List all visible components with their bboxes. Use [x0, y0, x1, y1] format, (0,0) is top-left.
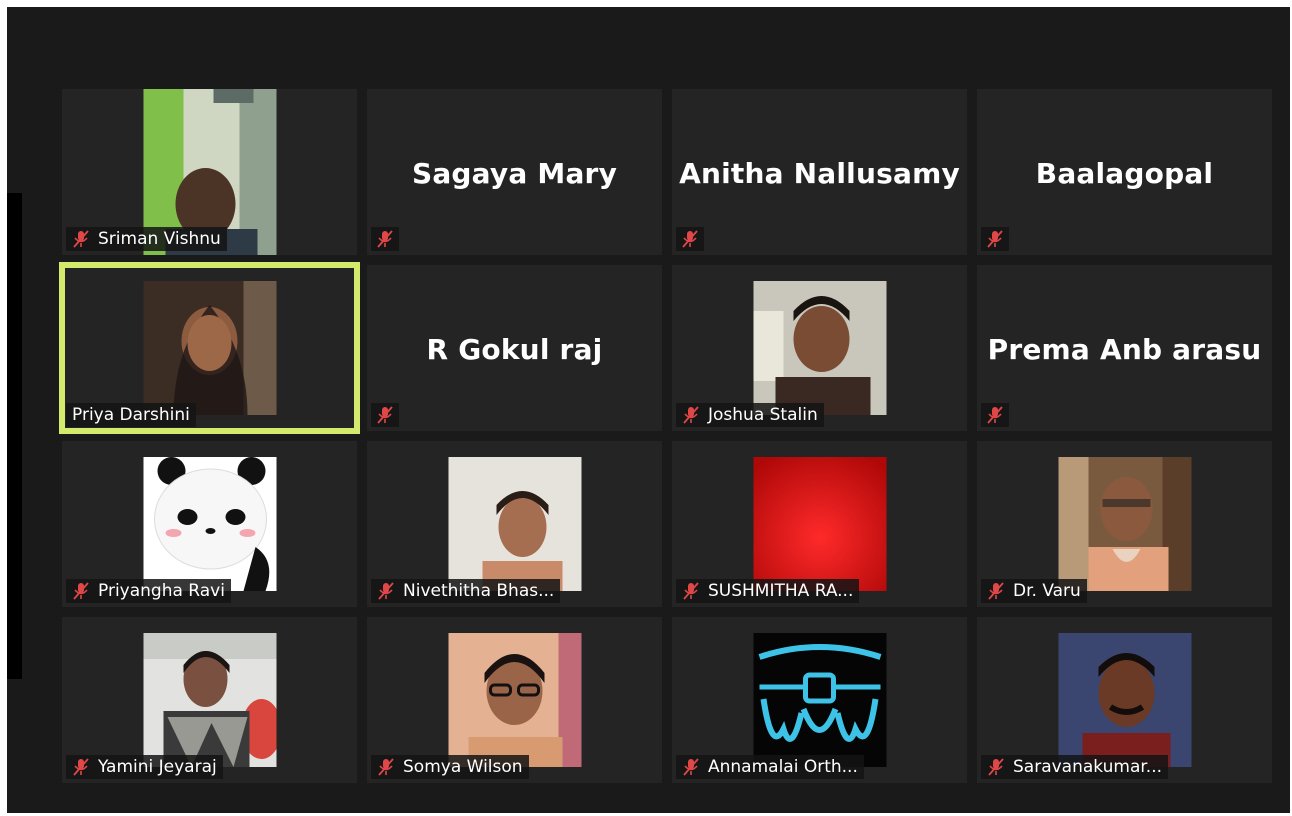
participant-name: Annamalai Orth...	[708, 757, 858, 777]
participant-tile[interactable]: Joshua Stalin	[672, 265, 967, 431]
participant-name: Nivethitha Bhas...	[403, 581, 555, 601]
microphone-muted-icon[interactable]	[375, 580, 397, 602]
participant-tile[interactable]: Saravanakumar...	[977, 617, 1272, 783]
participant-video	[753, 457, 886, 591]
meeting-window: Sriman Vishnu Sagaya Mary Anitha Nallusa…	[7, 7, 1290, 813]
microphone-muted-icon[interactable]	[985, 580, 1007, 602]
mute-indicator	[676, 227, 704, 251]
participant-tile[interactable]: SUSHMITHA RA...	[672, 441, 967, 607]
participant-tile[interactable]: Baalagopal	[977, 89, 1272, 255]
participant-tile-active-speaker[interactable]: Priya Darshini	[59, 262, 360, 434]
participant-tile[interactable]: Anitha Nallusamy	[672, 89, 967, 255]
participant-video	[1058, 633, 1191, 767]
participant-label: Nivethitha Bhas...	[371, 579, 561, 603]
participant-name: SUSHMITHA RA...	[708, 581, 854, 601]
participant-name: Dr. Varu	[1013, 581, 1081, 601]
participant-name-display: Anitha Nallusamy	[679, 157, 960, 190]
gallery-grid: Sriman Vishnu Sagaya Mary Anitha Nallusa…	[59, 89, 1272, 783]
participant-video	[448, 633, 581, 767]
participant-label: Saravanakumar...	[981, 755, 1168, 779]
participant-label: SUSHMITHA RA...	[676, 579, 860, 603]
participant-video	[143, 281, 276, 415]
microphone-muted-icon[interactable]	[680, 580, 702, 602]
participant-tile[interactable]: Yamini Jeyaraj	[62, 617, 357, 783]
participant-label: Yamini Jeyaraj	[66, 755, 223, 779]
participant-label: Priyangha Ravi	[66, 579, 231, 603]
participant-tile[interactable]: Prema Anb arasu	[977, 265, 1272, 431]
participant-name: Priyangha Ravi	[98, 581, 225, 601]
participant-video	[1058, 457, 1191, 591]
microphone-muted-icon[interactable]	[680, 756, 702, 778]
participant-name: Priya Darshini	[72, 405, 190, 425]
participant-name-display: Baalagopal	[1035, 157, 1214, 190]
microphone-muted-icon[interactable]	[70, 228, 92, 250]
participant-name-display: Prema Anb arasu	[987, 333, 1262, 366]
participant-tile[interactable]: Annamalai Orth...	[672, 617, 967, 783]
microphone-muted-icon[interactable]	[984, 228, 1006, 250]
participant-video	[143, 633, 276, 767]
participant-tile[interactable]: Priyangha Ravi	[62, 441, 357, 607]
participant-label: Annamalai Orth...	[676, 755, 864, 779]
participant-tile[interactable]: Somya Wilson	[367, 617, 662, 783]
participant-label: Priya Darshini	[66, 403, 196, 427]
participant-video	[753, 281, 886, 415]
participant-name: Joshua Stalin	[708, 405, 818, 425]
participant-name-display: R Gokul raj	[426, 333, 603, 366]
participant-name: Yamini Jeyaraj	[98, 757, 217, 777]
participant-name-display: Sagaya Mary	[411, 157, 618, 190]
mute-indicator	[371, 227, 399, 251]
microphone-muted-icon[interactable]	[679, 228, 701, 250]
participant-tile[interactable]: Nivethitha Bhas...	[367, 441, 662, 607]
microphone-muted-icon[interactable]	[70, 580, 92, 602]
mute-indicator	[371, 403, 399, 427]
microphone-muted-icon[interactable]	[680, 404, 702, 426]
microphone-muted-icon[interactable]	[985, 756, 1007, 778]
microphone-muted-icon[interactable]	[374, 228, 396, 250]
microphone-muted-icon[interactable]	[374, 404, 396, 426]
microphone-muted-icon[interactable]	[984, 404, 1006, 426]
participant-name: Somya Wilson	[403, 757, 523, 777]
side-panel-strip	[7, 193, 22, 679]
participant-name: Saravanakumar...	[1013, 757, 1162, 777]
participant-name: Sriman Vishnu	[98, 229, 221, 249]
participant-tile[interactable]: Sagaya Mary	[367, 89, 662, 255]
participant-avatar-braces-logo	[753, 633, 886, 767]
microphone-muted-icon[interactable]	[375, 756, 397, 778]
mute-indicator	[981, 227, 1009, 251]
participant-tile[interactable]: Dr. Varu	[977, 441, 1272, 607]
participant-tile[interactable]: Sriman Vishnu	[62, 89, 357, 255]
participant-tile[interactable]: R Gokul raj	[367, 265, 662, 431]
participant-label: Dr. Varu	[981, 579, 1087, 603]
participant-avatar-panda	[143, 457, 276, 591]
participant-label: Somya Wilson	[371, 755, 529, 779]
mute-indicator	[981, 403, 1009, 427]
participant-label: Sriman Vishnu	[66, 227, 227, 251]
participant-video	[448, 457, 581, 591]
microphone-muted-icon[interactable]	[70, 756, 92, 778]
participant-label: Joshua Stalin	[676, 403, 824, 427]
